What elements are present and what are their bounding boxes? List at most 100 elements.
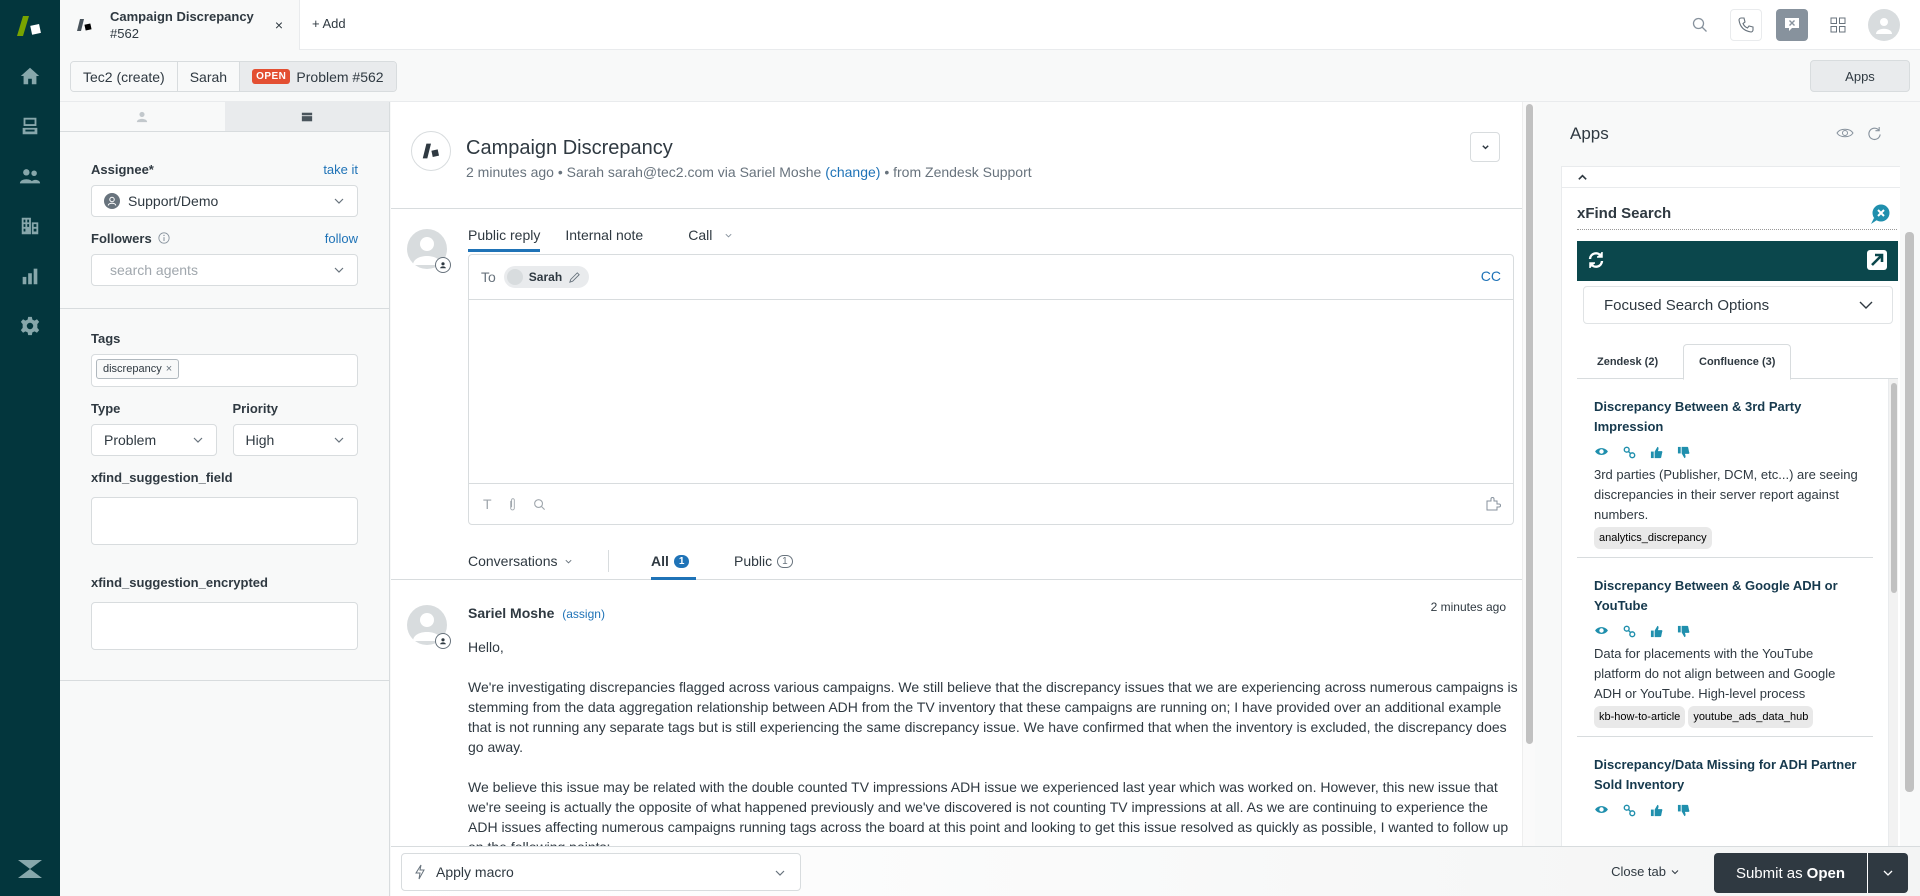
apps-puzzle-icon[interactable] xyxy=(1485,496,1501,515)
organizations-icon[interactable] xyxy=(18,214,42,238)
submit-button[interactable]: Submit as Open xyxy=(1713,853,1868,893)
link-icon[interactable] xyxy=(1623,446,1636,459)
xfind-suggestion-field-input[interactable] xyxy=(91,497,358,545)
eye-icon[interactable] xyxy=(1594,446,1609,459)
tab-zendesk[interactable]: Zendesk (2) xyxy=(1582,344,1673,379)
thumbs-up-icon[interactable] xyxy=(1650,446,1663,459)
zendesk-product-logo[interactable] xyxy=(14,12,46,40)
close-tab-icon[interactable]: × xyxy=(275,17,283,33)
type-label: Type xyxy=(91,401,121,416)
xfind-logo-icon[interactable] xyxy=(1869,203,1891,228)
chevron-up-icon xyxy=(1578,173,1587,180)
conversation-scrollbar[interactable] xyxy=(1522,102,1535,846)
follow-link[interactable]: follow xyxy=(325,231,358,246)
conversations-filter[interactable]: Conversations xyxy=(468,553,573,569)
external-link-icon[interactable] xyxy=(1866,249,1888,274)
type-select[interactable]: Problem xyxy=(91,424,217,456)
text-format-icon[interactable]: T xyxy=(483,496,492,512)
author-avatar xyxy=(407,605,451,649)
filter-public[interactable]: Public 1 xyxy=(734,553,793,569)
reload-icon[interactable] xyxy=(1867,126,1882,144)
attachment-icon[interactable] xyxy=(508,497,517,512)
submit-options-button[interactable] xyxy=(1868,853,1908,893)
eye-icon[interactable] xyxy=(1594,625,1609,638)
cc-button[interactable]: CC xyxy=(1481,268,1501,284)
apps-toggle-button[interactable]: Apps xyxy=(1810,60,1910,92)
assign-link[interactable]: (assign) xyxy=(562,607,605,621)
recipient-chip[interactable]: Sarah xyxy=(503,266,590,288)
take-it-link[interactable]: take it xyxy=(323,162,358,177)
focused-search-options-select[interactable]: Focused Search Options xyxy=(1583,286,1893,324)
chevron-down-icon xyxy=(564,559,572,563)
ticket-header: Campaign Discrepancy 2 minutes ago • Sar… xyxy=(391,102,1522,209)
zendesk-logo-icon[interactable] xyxy=(16,858,44,880)
close-tab-select[interactable]: Close tab xyxy=(1611,864,1680,879)
apps-panel-scrollbar[interactable] xyxy=(1900,102,1920,846)
edit-pencil-icon[interactable] xyxy=(568,271,581,284)
thumbs-up-icon[interactable] xyxy=(1650,804,1663,817)
search-icon[interactable] xyxy=(1684,9,1716,41)
info-icon[interactable] xyxy=(158,232,170,244)
tag-chip[interactable]: discrepancy × xyxy=(96,359,180,379)
breadcrumb-organization[interactable]: Tec2 (create) xyxy=(71,62,178,91)
result-tag[interactable]: analytics_discrepancy xyxy=(1594,527,1712,549)
thumbs-up-icon[interactable] xyxy=(1650,625,1663,638)
refresh-icon[interactable] xyxy=(1587,251,1605,272)
customers-icon[interactable] xyxy=(18,164,42,188)
tab-internal-note[interactable]: Internal note xyxy=(565,227,643,252)
chevron-down-icon xyxy=(334,267,344,273)
tab-call[interactable]: Call xyxy=(688,227,733,252)
result-title-link[interactable]: Discrepancy Between & Google ADH or YouT… xyxy=(1594,576,1863,616)
thumbs-down-icon[interactable] xyxy=(1677,446,1690,459)
priority-select[interactable]: High xyxy=(232,424,358,456)
thumbs-down-icon[interactable] xyxy=(1677,804,1690,817)
xfind-suggestion-encrypted-input[interactable] xyxy=(91,602,358,650)
ticket-options-button[interactable] xyxy=(1470,132,1500,162)
phone-icon[interactable] xyxy=(1730,9,1762,41)
divider xyxy=(60,680,389,681)
user-avatar[interactable] xyxy=(1868,9,1900,41)
breadcrumb-ticket[interactable]: OPEN Problem #562 xyxy=(240,62,396,91)
tab-confluence[interactable]: Confluence (3) xyxy=(1683,344,1792,380)
eye-icon[interactable] xyxy=(1594,804,1609,817)
followers-search-input[interactable]: search agents xyxy=(91,254,358,286)
breadcrumb-requester[interactable]: Sarah xyxy=(177,62,241,91)
tags-input[interactable]: discrepancy × xyxy=(91,354,358,387)
product-tray-icon[interactable] xyxy=(1822,9,1854,41)
comment-body: Hello, We're investigating discrepancies… xyxy=(468,637,1518,846)
tab-ticket-properties[interactable] xyxy=(224,102,389,131)
result-tag[interactable]: kb-how-to-article xyxy=(1594,706,1686,728)
ticket-title[interactable]: Campaign Discrepancy xyxy=(466,137,673,160)
assignee-select[interactable]: Support/Demo xyxy=(91,185,358,217)
reporting-icon[interactable] xyxy=(18,264,42,288)
tab-user-info[interactable] xyxy=(60,102,225,131)
conversation-filter-bar: Conversations All 1 Public 1 xyxy=(391,544,1522,580)
ticket-footer: Apply macro Close tab Submit as Open xyxy=(391,846,1920,896)
views-icon[interactable] xyxy=(18,114,42,138)
results-scrollbar[interactable] xyxy=(1888,379,1898,846)
result-title-link[interactable]: Discrepancy Between & 3rd Party Impressi… xyxy=(1594,397,1863,437)
assignee-label: Assignee* take it xyxy=(91,162,358,177)
link-icon[interactable] xyxy=(1623,804,1636,817)
add-tab-button[interactable]: + Add xyxy=(312,16,346,31)
divider xyxy=(60,308,389,309)
remove-tag-icon[interactable]: × xyxy=(166,363,172,375)
admin-gear-icon[interactable] xyxy=(18,314,42,338)
thumbs-down-icon[interactable] xyxy=(1677,625,1690,638)
result-tag[interactable]: youtube_ads_data_hub xyxy=(1688,706,1814,728)
change-channel-link[interactable]: (change) xyxy=(825,164,880,180)
result-title-link[interactable]: Discrepancy/Data Missing for ADH Partner… xyxy=(1594,755,1863,795)
eye-icon[interactable] xyxy=(1836,126,1854,142)
chevron-down-icon xyxy=(1481,144,1489,149)
reply-textarea[interactable] xyxy=(469,300,1513,484)
filter-all[interactable]: All 1 xyxy=(651,553,690,569)
user-icon xyxy=(137,111,148,122)
chat-disabled-icon[interactable] xyxy=(1776,9,1808,41)
ticket-tab[interactable]: Campaign Discrepancy #562 × xyxy=(60,0,300,50)
home-icon[interactable] xyxy=(18,64,42,88)
search-knowledge-icon[interactable] xyxy=(533,498,546,511)
collapse-app-button[interactable] xyxy=(1562,167,1906,188)
apply-macro-select[interactable]: Apply macro xyxy=(401,853,801,891)
tab-public-reply[interactable]: Public reply xyxy=(468,227,541,252)
link-icon[interactable] xyxy=(1623,625,1636,638)
